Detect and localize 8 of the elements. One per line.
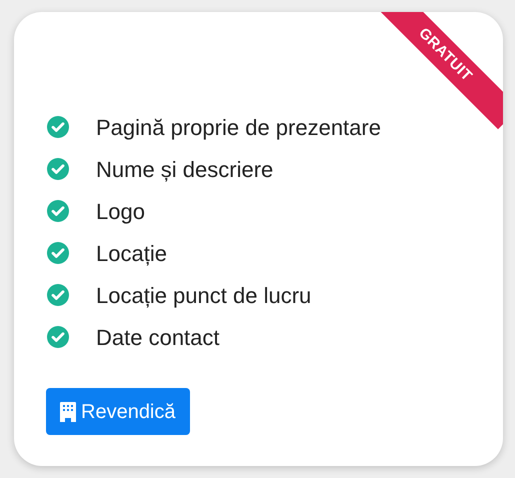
claim-button[interactable]: Revendică bbox=[46, 388, 190, 435]
feature-label: Pagină proprie de prezentare bbox=[96, 114, 381, 142]
feature-label: Logo bbox=[96, 198, 145, 226]
feature-label: Date contact bbox=[96, 324, 220, 352]
feature-label: Nume și descriere bbox=[96, 156, 274, 184]
feature-label: Locație punct de lucru bbox=[96, 282, 312, 310]
building-icon bbox=[60, 402, 76, 422]
feature-label: Locație bbox=[96, 240, 167, 268]
